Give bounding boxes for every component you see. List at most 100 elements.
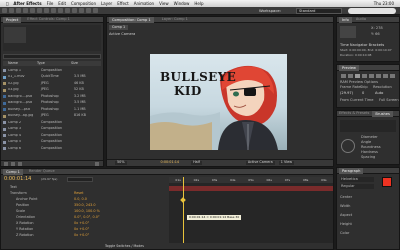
audio-toggle-icon[interactable]: [376, 74, 381, 78]
menu-app[interactable]: After Effects: [13, 1, 41, 6]
menu-file[interactable]: File: [47, 1, 54, 6]
project-search-input[interactable]: [3, 54, 101, 59]
rotate-tool-icon[interactable]: [23, 8, 28, 13]
resolution-value[interactable]: Auto: [375, 91, 383, 96]
project-item[interactable]: Comp 1 Composition: [3, 68, 101, 73]
property-value[interactable]: 0x +0.0°: [74, 227, 89, 231]
keyframe-marker[interactable]: [180, 197, 186, 203]
column-name[interactable]: Name: [3, 61, 37, 65]
property-value[interactable]: 100.0, 100.0 %: [74, 209, 100, 213]
font-family-dropdown[interactable]: Helvetica: [340, 177, 374, 182]
project-item[interactable]: Comp 2 Composition: [3, 120, 101, 125]
views-dropdown[interactable]: 1 View: [278, 160, 294, 165]
tab-paragraph[interactable]: Paragraph: [339, 167, 364, 174]
play-icon[interactable]: [355, 74, 360, 78]
resolution-dropdown[interactable]: Half: [191, 160, 202, 165]
menu-layer[interactable]: Layer: [101, 1, 112, 6]
project-item[interactable]: 02.jpg JPEG 46 KB: [3, 81, 101, 86]
layer-bar[interactable]: [169, 186, 333, 191]
tab-effect-controls[interactable]: Effect Controls: Comp 1: [27, 17, 70, 22]
menu-composition[interactable]: Composition: [71, 1, 96, 6]
tab-composition[interactable]: Composition: Comp 1: [109, 16, 154, 23]
new-composition-icon[interactable]: [18, 162, 22, 166]
fill-color-swatch[interactable]: [382, 177, 392, 187]
project-item[interactable]: 03.jpg JPEG 52 KB: [3, 87, 101, 93]
property-value[interactable]: 0.0, 0.0: [74, 197, 87, 201]
help-search-input[interactable]: [348, 8, 396, 14]
project-item[interactable]: Comp 4 Composition: [3, 133, 101, 138]
timeline-timecode[interactable]: 0:00:01:14: [4, 177, 31, 182]
trash-icon[interactable]: [95, 162, 99, 166]
comp-timecode[interactable]: 0:00:01:14: [161, 160, 180, 164]
clone-tool-icon[interactable]: [72, 8, 77, 13]
character-field-row[interactable]: Height: [340, 220, 398, 229]
menu-help[interactable]: Help: [194, 1, 203, 6]
brush-tips-grid[interactable]: [340, 120, 396, 132]
character-field-row[interactable]: Color: [340, 229, 398, 238]
time-ruler[interactable]: 01s 02s 03s 04s 05s 06s 07s 08s 09s: [169, 177, 333, 183]
tab-effects-presets[interactable]: Effects & Presets: [339, 111, 369, 116]
project-item[interactable]: Comp 3 Composition: [3, 126, 101, 132]
brush-tool-icon[interactable]: [65, 8, 70, 13]
tab-brushes[interactable]: Brushes: [372, 110, 393, 117]
character-field-row[interactable]: Center: [340, 193, 398, 202]
puppet-tool-icon[interactable]: [93, 8, 98, 13]
zoom-tool-icon[interactable]: [16, 8, 21, 13]
tab-project[interactable]: Project: [3, 16, 22, 23]
column-type[interactable]: Type: [37, 61, 71, 65]
eraser-tool-icon[interactable]: [79, 8, 84, 13]
property-value[interactable]: 0x +0.0°: [74, 221, 89, 225]
loop-icon[interactable]: [383, 74, 388, 78]
full-screen-checkbox[interactable]: Full Screen: [379, 98, 399, 103]
project-item[interactable]: Backgro....psd Photoshop 3.2 MB: [3, 94, 101, 99]
menu-animation[interactable]: Animation: [134, 1, 154, 6]
property-value[interactable]: 350.0, 243.0: [74, 203, 96, 207]
workspace-dropdown[interactable]: Standard: [296, 8, 342, 14]
character-field-row[interactable]: Width: [340, 202, 398, 211]
apple-icon[interactable]: : [6, 1, 8, 6]
last-frame-icon[interactable]: [369, 74, 374, 78]
menu-edit[interactable]: Edit: [58, 1, 66, 6]
menu-effect[interactable]: Effect: [117, 1, 129, 6]
frame-rate-value[interactable]: (29.97): [340, 91, 353, 96]
project-item[interactable]: Backgro....psd Photoshop 3.5 MB: [3, 100, 101, 106]
tab-render-queue[interactable]: Render Queue: [29, 169, 55, 174]
tab-layer[interactable]: Layer: Comp 1: [162, 17, 188, 22]
character-field-row[interactable]: Aspect: [340, 211, 398, 220]
timeline-search-input[interactable]: [67, 177, 93, 182]
menu-window[interactable]: Window: [174, 1, 190, 6]
font-style-dropdown[interactable]: Regular: [340, 184, 374, 189]
property-value[interactable]: 0.0°, 0.0°, 0.0°: [74, 215, 100, 219]
pen-tool-icon[interactable]: [51, 8, 56, 13]
pan-tool-icon[interactable]: [37, 8, 42, 13]
current-time-indicator[interactable]: [183, 177, 184, 243]
selection-tool-icon[interactable]: [2, 8, 7, 13]
camera-dropdown[interactable]: Active Camera: [245, 160, 275, 165]
camera-tool-icon[interactable]: [30, 8, 35, 13]
ram-preview-icon[interactable]: [390, 74, 395, 78]
project-item[interactable]: Comp 6 Composition: [3, 146, 101, 151]
project-item[interactable]: 01_1.mov QuickTime 3.5 MB: [3, 74, 101, 80]
project-item[interactable]: bullsey...ag.jpg JPEG 816 KB: [3, 113, 101, 119]
column-size[interactable]: Size: [71, 61, 99, 65]
interpret-footage-icon[interactable]: [4, 162, 8, 166]
timeline-property-row[interactable]: Z Rotation 0x +0.0°: [4, 233, 164, 239]
hand-tool-icon[interactable]: [9, 8, 14, 13]
project-item[interactable]: Comp 5 Composition: [3, 139, 101, 145]
next-frame-icon[interactable]: [362, 74, 367, 78]
roto-brush-icon[interactable]: [86, 8, 91, 13]
skip-value[interactable]: 0: [362, 91, 364, 96]
tab-preview[interactable]: Preview: [339, 64, 359, 71]
menu-view[interactable]: View: [159, 1, 169, 6]
first-frame-icon[interactable]: [341, 74, 346, 78]
zoom-dropdown[interactable]: 50%: [115, 160, 127, 165]
project-item[interactable]: bullsey....psd Photoshop 1.1 MB: [3, 107, 101, 112]
toggle-switches-modes[interactable]: Toggle Switches / Modes: [105, 244, 144, 248]
property-value[interactable]: 0x +0.0°: [74, 233, 89, 237]
tab-comp-timeline[interactable]: Comp 1: [3, 168, 23, 175]
from-current-checkbox[interactable]: From Current Time: [340, 98, 373, 103]
composition-viewer-artwork[interactable]: BULLSEYE KID: [150, 54, 287, 150]
tab-info[interactable]: Info: [339, 16, 352, 23]
new-folder-icon[interactable]: [11, 162, 15, 166]
property-value[interactable]: Reset: [74, 191, 83, 195]
